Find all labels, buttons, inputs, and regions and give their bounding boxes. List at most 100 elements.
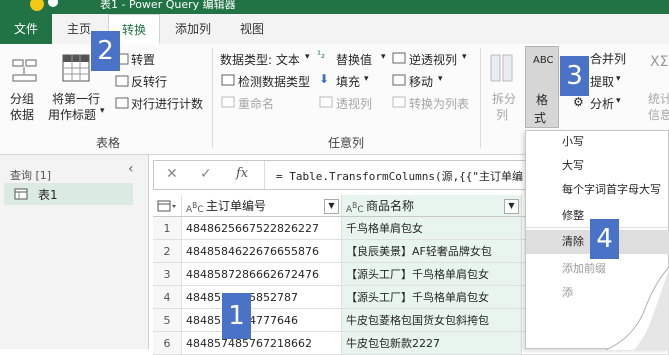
cell-order-id[interactable]: 4848574924777646	[182, 309, 342, 332]
group-by-icon	[12, 59, 37, 82]
merge-columns-button[interactable]: 合并列	[590, 50, 626, 67]
transpose-button[interactable]: 转置	[131, 51, 155, 68]
first-row-header-icon	[62, 54, 90, 82]
reverse-rows-icon	[115, 75, 129, 87]
statistics-label-2[interactable]: 信息	[648, 106, 669, 123]
pivot-icon	[319, 96, 333, 108]
cell-order-id[interactable]: 4848587286662672476	[182, 263, 342, 286]
formula-input[interactable]: = Table.TransformColumns(源,{{"主订单编	[276, 168, 523, 184]
parse-button[interactable]: 分析	[590, 95, 614, 112]
cell-product-name[interactable]: 千鸟格单肩包女	[342, 217, 522, 240]
chevron-down-icon[interactable]: ▾	[616, 96, 621, 106]
format-button[interactable]: ABC 格 式	[525, 46, 559, 128]
rename-icon	[221, 96, 235, 108]
any-column-group-label: 任意列	[328, 136, 365, 150]
cell-order-id[interactable]: 4848579265852787	[182, 286, 342, 309]
cell-product-name[interactable]: 牛皮包包新款2227	[342, 332, 522, 355]
pivot-button[interactable]: 透视列	[336, 95, 372, 112]
filter-dropdown-icon[interactable]: ▼	[324, 199, 339, 214]
collapse-pane-icon[interactable]: ‹	[128, 161, 134, 177]
first-row-label-1[interactable]: 将第一行	[52, 90, 100, 107]
cell-product-name[interactable]: 【良辰美景】AF轻奢品牌女包	[342, 240, 522, 263]
step-badge-3: 3	[560, 56, 589, 96]
fill-down-icon: ⬇	[319, 72, 330, 86]
chevron-down-icon[interactable]: ▾	[462, 52, 467, 62]
split-label-1[interactable]: 拆分	[492, 90, 516, 107]
row-number[interactable]: 5	[153, 309, 182, 332]
sigma-icon: XΣ	[650, 54, 669, 70]
cancel-icon[interactable]: ✕	[166, 166, 178, 182]
format-text-icon: ABC	[533, 55, 554, 66]
format-label-2: 式	[534, 111, 547, 125]
menu-item-lowercase[interactable]: 小写	[526, 130, 669, 154]
title-bar: 表1 - Power Query 编辑器	[0, 0, 669, 14]
row-number[interactable]: 6	[153, 332, 182, 355]
column-header-product-name[interactable]: ABC 商品名称 ▼	[342, 195, 522, 217]
column-header-label: 商品名称	[366, 199, 415, 213]
detect-type-button[interactable]: 检测数据类型	[238, 73, 310, 90]
chevron-down-icon[interactable]: ▾	[305, 52, 310, 62]
replace-values-button[interactable]: 替换值	[336, 51, 372, 68]
count-rows-button[interactable]: 对行进行计数	[131, 95, 203, 112]
row-number[interactable]: 4	[153, 286, 182, 309]
chevron-down-icon[interactable]: ▾	[616, 74, 621, 84]
extract-button[interactable]: 提取	[590, 73, 614, 90]
cell-order-id[interactable]: 484857485767218662	[182, 332, 342, 355]
unpivot-button[interactable]: 逆透视列	[409, 51, 457, 68]
select-all-cell[interactable]	[153, 195, 182, 217]
chevron-down-icon[interactable]: ▾	[364, 74, 369, 84]
column-header-label: 主订单编号	[206, 199, 267, 213]
tab-view[interactable]: 视图	[228, 14, 276, 44]
dropdown-arrow-icon[interactable]	[48, 0, 58, 7]
first-row-label-2[interactable]: 用作标题	[48, 106, 96, 123]
row-number[interactable]: 3	[153, 263, 182, 286]
divider	[212, 48, 213, 148]
menu-item-uppercase[interactable]: 大写	[526, 154, 669, 178]
format-label-1: 格	[536, 93, 549, 107]
cell-order-id[interactable]: 4848584622676655876	[182, 240, 342, 263]
replace-values-icon: ¹₂	[317, 50, 326, 61]
reverse-rows-button[interactable]: 反转行	[131, 73, 167, 90]
filter-dropdown-icon[interactable]: ▼	[504, 199, 519, 214]
table-group-label: 表格	[96, 136, 121, 150]
step-badge-4: 4	[590, 219, 619, 259]
tab-file[interactable]: 文件	[0, 14, 52, 44]
menu-item-capitalize[interactable]: 每个字词首字母大写	[526, 178, 669, 202]
step-badge-1: 1	[222, 293, 251, 339]
cell-order-id[interactable]: 4848625667522826227	[182, 217, 342, 240]
column-header-order-id[interactable]: ABC 主订单编号 ▼	[182, 195, 342, 217]
smiley-icon[interactable]	[30, 0, 44, 11]
rename-button[interactable]: 重命名	[238, 95, 274, 112]
page-curl-decoration	[606, 266, 669, 350]
group-by-label-2[interactable]: 依据	[10, 106, 34, 123]
chevron-down-icon[interactable]: ▾	[381, 52, 386, 62]
to-list-icon	[392, 96, 406, 108]
confirm-icon[interactable]: ✓	[200, 166, 212, 182]
move-icon	[392, 74, 406, 86]
group-by-label-1[interactable]: 分组	[10, 90, 34, 107]
unpivot-icon	[392, 52, 406, 64]
chevron-down-icon[interactable]: ▾	[438, 74, 443, 84]
row-number[interactable]: 2	[153, 240, 182, 263]
detect-type-icon	[221, 74, 235, 86]
cell-product-name[interactable]: 牛皮包菱格包国货女包斜挎包	[342, 309, 522, 332]
fill-button[interactable]: 填充	[336, 73, 360, 90]
tab-add-column[interactable]: 添加列	[164, 14, 222, 44]
step-badge-2: 2	[91, 31, 120, 71]
chevron-down-icon[interactable]: ▾	[100, 106, 105, 116]
table-menu-icon	[157, 200, 176, 212]
move-button[interactable]: 移动	[409, 73, 433, 90]
query-item-label: 表1	[38, 188, 58, 202]
statistics-label-1[interactable]: 统计	[648, 90, 669, 107]
to-list-button[interactable]: 转换为列表	[409, 95, 469, 112]
queries-pane: 查询 [1] ‹ 表1	[0, 155, 149, 349]
table-icon	[14, 188, 28, 200]
split-label-2[interactable]: 列	[496, 106, 508, 123]
query-item[interactable]: 表1	[4, 183, 133, 205]
cell-product-name[interactable]: 【源头工厂】千鸟格单肩包女	[342, 263, 522, 286]
cell-product-name[interactable]: 【源头工厂】千鸟格单肩包女	[342, 286, 522, 309]
data-type-dropdown[interactable]: 数据类型: 文本	[220, 51, 300, 68]
row-number[interactable]: 1	[153, 217, 182, 240]
window-title: 表1 - Power Query 编辑器	[100, 0, 236, 11]
function-icon[interactable]: fx	[236, 166, 248, 181]
